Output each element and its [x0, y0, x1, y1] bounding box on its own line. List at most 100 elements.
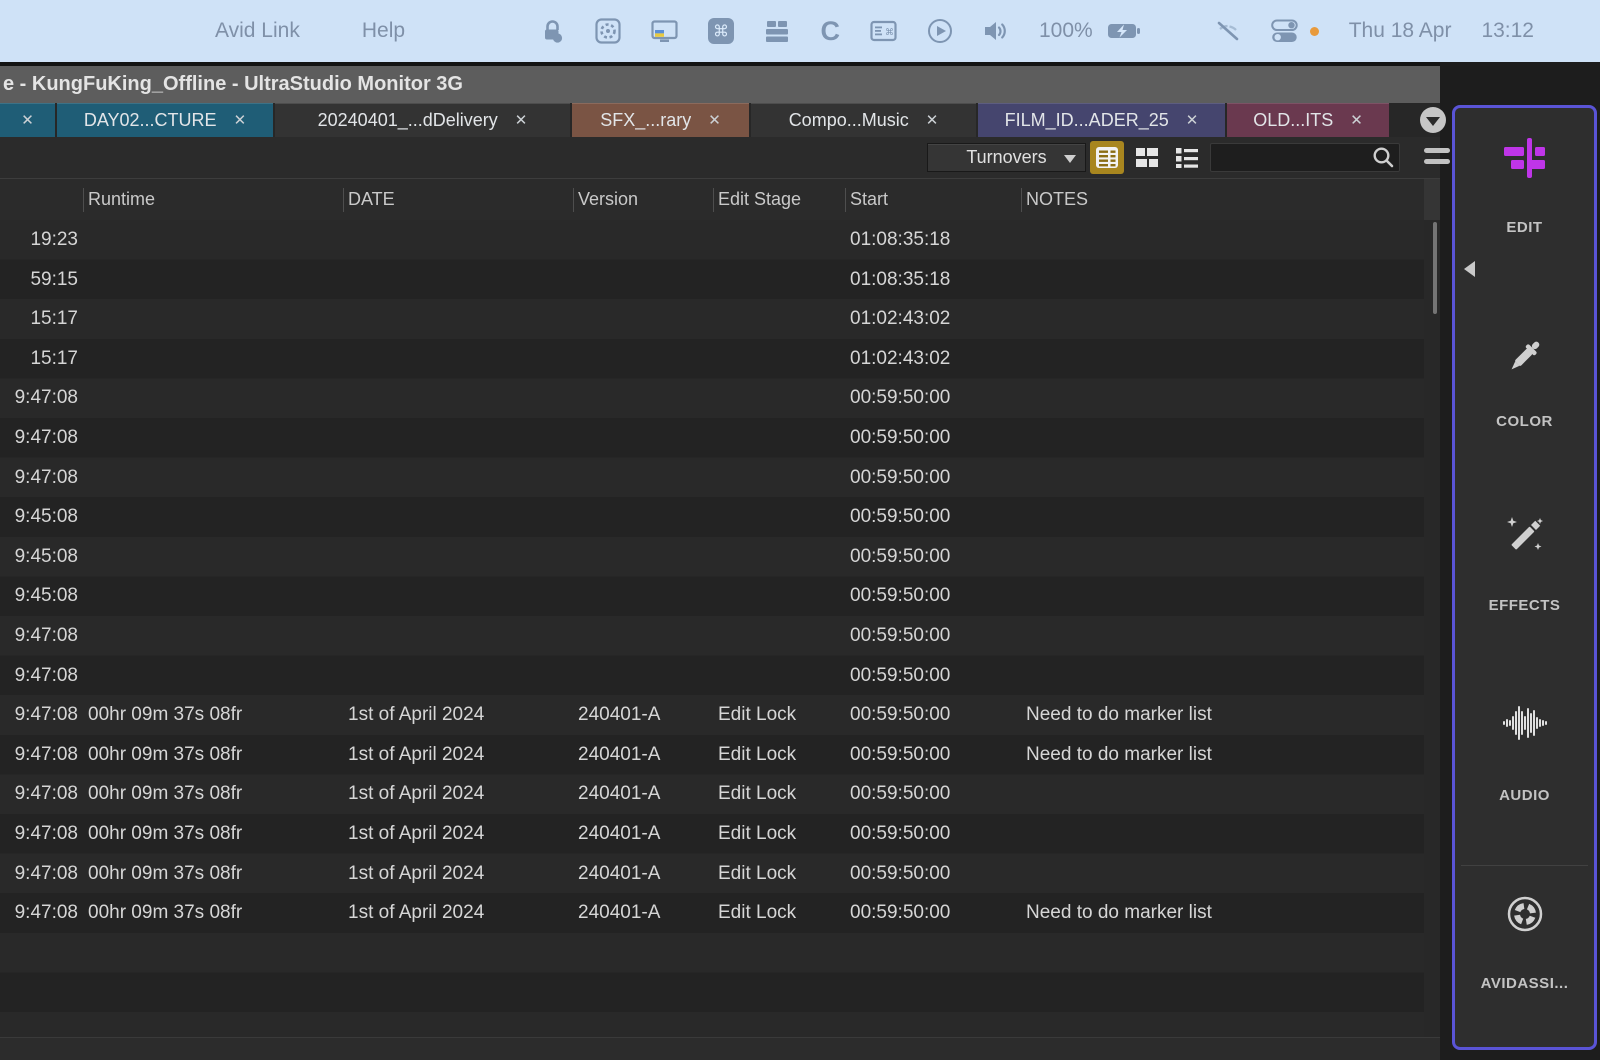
table-cell: 00hr 09m 37s 08fr — [83, 735, 343, 775]
table-cell: 00:59:50:00 — [845, 893, 1021, 933]
table-row[interactable]: 9:47:0800hr 09m 37s 08fr1st of April 202… — [0, 854, 1440, 894]
tab-close-icon[interactable]: ✕ — [1186, 111, 1199, 129]
table-row[interactable]: 9:47:0800:59:50:00 — [0, 378, 1440, 418]
table-cell — [1021, 378, 1424, 418]
sidebar-item-avid-assistant[interactable]: AVIDASSI... — [1455, 894, 1594, 992]
table-cell — [343, 260, 573, 300]
table-cell: 9:47:08 — [0, 893, 83, 933]
sidebar-divider — [1461, 865, 1588, 866]
table-row[interactable]: 9:47:0800:59:50:00 — [0, 418, 1440, 458]
table-cell: 9:45:08 — [0, 497, 83, 537]
text-view-icon — [1094, 146, 1120, 169]
tab-FILM_ID...ADER_25[interactable]: FILM_ID...ADER_25✕ — [978, 103, 1225, 137]
tab-close-icon[interactable]: ✕ — [234, 111, 247, 129]
menu-help[interactable]: Help — [362, 19, 405, 43]
tab-overflow-button[interactable] — [1420, 107, 1446, 133]
table-cell: 00:59:50:00 — [845, 497, 1021, 537]
column-header-version[interactable]: Version — [573, 179, 713, 220]
c-app-icon[interactable]: C — [820, 18, 840, 45]
table-cell — [573, 537, 713, 577]
table-cell — [83, 576, 343, 616]
sidebar-label-edit: EDIT — [1506, 219, 1542, 236]
column-header-date[interactable]: DATE — [343, 179, 573, 220]
tab-partial[interactable]: ✕ — [0, 103, 55, 137]
table-cell — [573, 497, 713, 537]
tab-DAY02...CTURE[interactable]: DAY02...CTURE✕ — [57, 103, 273, 137]
table-cell — [343, 497, 573, 537]
table-row[interactable]: 9:45:08 00:59:50:00 — [0, 497, 1440, 537]
search-input[interactable] — [1211, 149, 1372, 167]
table-cell: 240401-A — [573, 893, 713, 933]
table-row[interactable]: 15:1701:02:43:02 — [0, 339, 1440, 379]
table-row[interactable]: 9:45:0800:59:50:00 — [0, 576, 1440, 616]
table-row[interactable]: 59:1501:08:35:18 — [0, 260, 1440, 300]
command-icon[interactable]: ⌘ — [708, 18, 734, 44]
tab-Compo...Music[interactable]: Compo...Music✕ — [751, 103, 976, 137]
sidebar-item-color[interactable]: COLOR — [1455, 336, 1594, 430]
menu-avid-link[interactable]: Avid Link — [215, 19, 300, 43]
menubar-date[interactable]: Thu 18 Apr — [1349, 19, 1452, 43]
chevron-down-icon — [1426, 117, 1440, 126]
frame-view-button[interactable] — [1130, 141, 1164, 174]
tab-OLD...ITS[interactable]: OLD...ITS✕ — [1227, 103, 1389, 137]
column-header[interactable] — [0, 179, 83, 220]
table-cell — [1021, 854, 1424, 894]
sidebar-label-avid-assistant: AVIDASSI... — [1481, 975, 1569, 992]
vertical-scrollbar[interactable] — [1424, 220, 1440, 1037]
table-cell — [1021, 656, 1424, 696]
table-row[interactable]: 9:47:0800hr 09m 37s 08fr1st of April 202… — [0, 735, 1440, 775]
table-cell: 15:17 — [0, 339, 83, 379]
table-row[interactable]: 19:2301:08:35:18 — [0, 220, 1440, 260]
table-row[interactable]: 9:47:0800hr 09m 37s 08fr1st of April 202… — [0, 893, 1440, 933]
table-row[interactable]: 9:45:0800:59:50:00 — [0, 537, 1440, 577]
table-row[interactable]: 9:47:0800hr 09m 37s 08fr1st of April 202… — [0, 814, 1440, 854]
column-header-notes[interactable]: NOTES — [1021, 179, 1424, 220]
lock-icon[interactable] — [540, 19, 565, 44]
text-view-button[interactable] — [1090, 141, 1124, 174]
table-row[interactable]: 15:1701:02:43:02 — [0, 299, 1440, 339]
layers-icon[interactable] — [764, 18, 790, 44]
table-row[interactable]: 9:47:0800:59:50:00 — [0, 616, 1440, 656]
tab-close-icon[interactable]: ✕ — [21, 111, 34, 129]
scrollbar-thumb[interactable] — [1433, 222, 1437, 314]
tab-close-icon[interactable]: ✕ — [926, 111, 939, 129]
preset-dropdown[interactable]: Turnovers — [927, 143, 1086, 172]
window-title-bar[interactable]: e - KungFuKing_Offline - UltraStudio Mon… — [0, 62, 1440, 103]
table-cell: 15:17 — [0, 299, 83, 339]
control-center-icon[interactable] — [1271, 19, 1298, 44]
script-view-button[interactable] — [1170, 141, 1204, 174]
tab-close-icon[interactable]: ✕ — [1350, 111, 1363, 129]
table-row[interactable]: 9:47:0800hr 09m 37s 08fr1st of April 202… — [0, 695, 1440, 735]
column-header-start[interactable]: Start — [845, 179, 1021, 220]
shortcuts-window-icon[interactable]: ⌘ — [870, 18, 897, 44]
table-row[interactable]: 9:47:0800:59:50:00 — [0, 656, 1440, 696]
collapse-sidebar-icon[interactable] — [1464, 261, 1475, 277]
column-header-edit-stage[interactable]: Edit Stage — [713, 179, 845, 220]
table-cell: 01:08:35:18 — [845, 260, 1021, 300]
table-cell — [1021, 220, 1424, 260]
display-icon[interactable] — [651, 19, 678, 44]
tab-20240401_...dDelivery[interactable]: 20240401_...dDelivery✕ — [275, 103, 570, 137]
menubar-time[interactable]: 13:12 — [1481, 19, 1534, 43]
sidebar-item-edit[interactable]: EDIT — [1455, 138, 1594, 236]
battery-charging-icon[interactable] — [1107, 22, 1141, 40]
tab-SFX_...rary[interactable]: SFX_...rary✕ — [572, 103, 749, 137]
eyedropper-icon — [1505, 336, 1545, 381]
wifi-off-icon[interactable] — [1215, 18, 1241, 44]
volume-icon[interactable] — [983, 18, 1009, 44]
fan-icon[interactable] — [595, 18, 621, 44]
play-icon[interactable] — [927, 18, 953, 44]
table-cell — [343, 220, 573, 260]
sidebar-item-effects[interactable]: EFFECTS — [1455, 514, 1594, 614]
table-cell: 1st of April 2024 — [343, 893, 573, 933]
table-cell: Edit Lock — [713, 774, 845, 814]
tab-close-icon[interactable]: ✕ — [708, 111, 721, 129]
search-icon[interactable] — [1372, 146, 1395, 169]
table-row[interactable]: 9:47:0800hr 09m 37s 08fr1st of April 202… — [0, 774, 1440, 814]
bin-menu-button[interactable] — [1424, 148, 1450, 164]
column-header-runtime[interactable]: Runtime — [83, 179, 343, 220]
tab-close-icon[interactable]: ✕ — [515, 111, 528, 129]
table-cell: 240401-A — [573, 735, 713, 775]
table-row[interactable]: 9:47:0800:59:50:00 — [0, 458, 1440, 498]
sidebar-item-audio[interactable]: AUDIO — [1455, 704, 1594, 804]
